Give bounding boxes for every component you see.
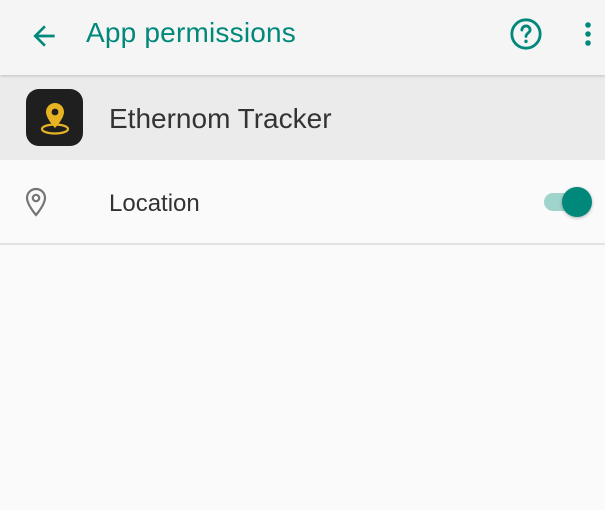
permission-label: Location — [109, 190, 200, 217]
toolbar: App permissions — [0, 0, 605, 75]
app-name: Ethernom Tracker — [109, 103, 332, 134]
location-pin-outline-icon — [25, 187, 47, 217]
toggle-thumb — [562, 187, 592, 217]
help-button[interactable] — [506, 14, 546, 54]
more-options-button[interactable] — [574, 14, 602, 54]
app-icon — [26, 89, 83, 146]
more-vert-icon — [585, 22, 591, 46]
location-pin-icon — [40, 102, 69, 135]
help-circle-icon — [510, 18, 542, 50]
permission-row-location[interactable]: Location — [0, 160, 605, 245]
app-permissions-screen: App permissions Ethernom Tracker Locatio… — [0, 0, 605, 510]
location-toggle[interactable] — [542, 186, 596, 218]
arrow-left-icon — [33, 25, 55, 47]
app-header: Ethernom Tracker — [0, 75, 605, 160]
page-title: App permissions — [86, 17, 296, 48]
back-button[interactable] — [22, 14, 66, 58]
